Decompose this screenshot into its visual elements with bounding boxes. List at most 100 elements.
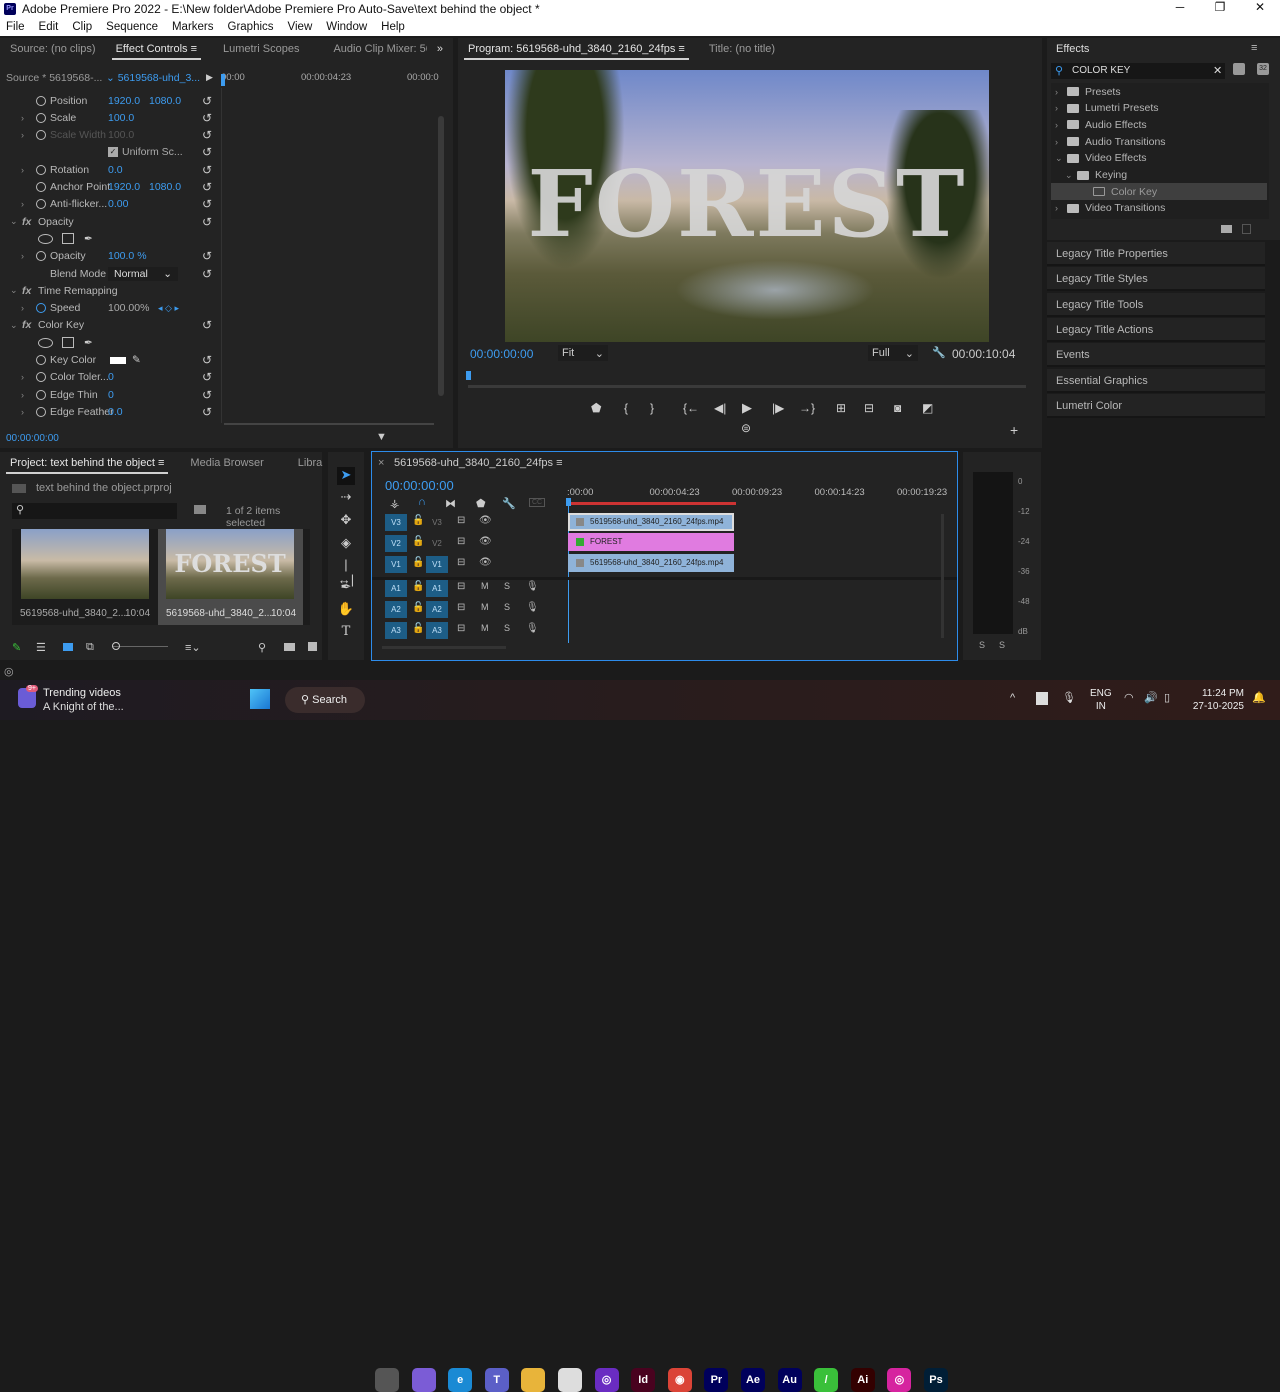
sync-lock-icon[interactable]: ⊟ (457, 581, 465, 592)
lock-icon[interactable]: 🔓 (412, 623, 424, 634)
expand-chevron-icon[interactable]: › (21, 390, 24, 400)
menu-markers[interactable]: Markers (172, 21, 214, 33)
blend-mode-dropdown[interactable]: Normal ⌄ (108, 266, 178, 281)
fit-dropdown[interactable]: Fit ⌄ (558, 345, 608, 361)
battery-icon[interactable]: ▯ (1164, 691, 1170, 704)
reset-icon[interactable]: ↺ (202, 215, 212, 229)
linked-selection-icon[interactable]: ⧓ (445, 497, 456, 510)
voiceover-mic-icon[interactable]: 🎙 (526, 581, 539, 592)
captions-icon[interactable]: CC (529, 498, 546, 507)
source-patch[interactable]: V2 (426, 535, 448, 552)
news-subtitle[interactable]: A Knight of the... (43, 701, 124, 713)
reset-icon[interactable]: ↺ (202, 145, 212, 159)
stopwatch-icon[interactable] (36, 406, 46, 417)
stopwatch-icon[interactable] (36, 112, 46, 123)
sync-lock-icon[interactable]: ⊟ (457, 515, 465, 526)
snap-icon[interactable]: ∩ (418, 496, 426, 508)
property-value[interactable]: 0.0 (108, 164, 123, 176)
selection-tool[interactable]: ➤ (337, 467, 355, 485)
new-item-icon[interactable] (308, 642, 317, 651)
panel-menu-icon[interactable]: ≡ (1251, 42, 1257, 54)
expand-chevron-icon[interactable]: › (21, 199, 24, 209)
menu-view[interactable]: View (288, 21, 313, 33)
slider-handle[interactable] (112, 642, 120, 650)
panel-essential-graphics[interactable]: Essential Graphics (1047, 368, 1265, 393)
solo-right-button[interactable]: S (999, 640, 1005, 650)
eye-icon[interactable]: 👁 (479, 515, 492, 526)
add-marker-button[interactable]: ⬟ (591, 401, 601, 415)
effects-search-input[interactable]: ⚲ COLOR KEY ✕ (1051, 63, 1225, 79)
taskbar-app[interactable]: T (484, 1368, 509, 1392)
sync-lock-icon[interactable]: ⊟ (457, 623, 465, 634)
icon-view-icon[interactable] (63, 643, 73, 651)
expand-chevron-icon[interactable]: › (21, 165, 24, 175)
timeline-vertical-scrollbar[interactable] (941, 514, 944, 638)
panel-legacy-title-actions[interactable]: Legacy Title Actions (1047, 317, 1265, 342)
tab-title[interactable]: Title: (no title) (699, 43, 785, 55)
ripple-edit-tool[interactable]: ✥ (337, 512, 355, 530)
key-color-swatch[interactable] (110, 356, 126, 364)
track-target[interactable]: V2 (385, 535, 407, 552)
delete-icon[interactable] (1242, 224, 1251, 234)
taskbar-app[interactable]: Au (777, 1368, 802, 1392)
effect-row-rotation[interactable]: › Rotation 0.0 ↺ (0, 161, 218, 178)
mark-in-button[interactable]: { (624, 401, 628, 415)
type-tool[interactable]: T (337, 624, 355, 642)
project-item[interactable]: 5619568-uhd_3840_2... 10:04 (12, 529, 157, 625)
panel-lumetri-color[interactable]: Lumetri Color (1047, 393, 1265, 418)
nest-icon[interactable]: ⚶ (390, 497, 399, 510)
keyframe-nav-icon[interactable]: ◂ ◇ ▸ (158, 303, 179, 314)
stopwatch-icon[interactable] (36, 303, 46, 314)
menu-graphics[interactable]: Graphics (228, 21, 274, 33)
creative-cloud-icon[interactable]: ◎ (4, 665, 14, 678)
zoom-scrollbar[interactable] (224, 423, 434, 425)
close-sequence-icon[interactable]: × (378, 457, 384, 469)
taskbar-app[interactable]: e (448, 1368, 473, 1392)
effect-row-edge-thin[interactable]: › Edge Thin 0 ↺ (0, 386, 218, 403)
speed-value[interactable]: 100.00% (108, 302, 149, 314)
effect-row-opacity[interactable]: ⌄ fx Opacity ↺ (0, 213, 218, 230)
voiceover-mic-icon[interactable]: 🎙 (526, 623, 539, 634)
effect-row-anchor-point[interactable]: Anchor Point 1920.0 1080.0 ↺ (0, 179, 218, 196)
taskbar-app[interactable]: ◎ (887, 1368, 912, 1392)
chevron-down-icon[interactable]: ⌄ (1065, 170, 1077, 181)
taskbar-app[interactable]: Pr (704, 1368, 729, 1392)
property-value[interactable]: 100.0 % (108, 250, 147, 262)
tab-program[interactable]: Program: 5619568-uhd_3840_2160_24fps ≡ (458, 43, 695, 60)
property-value[interactable]: 1920.0 (108, 181, 140, 193)
taskbar-app[interactable]: / (814, 1368, 839, 1392)
taskbar-app[interactable]: Ps (924, 1368, 948, 1392)
source-patch[interactable]: V3 (426, 514, 448, 531)
mute-button[interactable]: M (481, 581, 489, 591)
microphone-icon[interactable]: 🎙 (1062, 691, 1076, 704)
sort-icon[interactable]: ≡⌄ (185, 641, 201, 654)
taskbar-app[interactable]: Ae (741, 1368, 765, 1392)
menu-clip[interactable]: Clip (72, 21, 92, 33)
lock-icon[interactable]: 🔓 (412, 602, 424, 613)
playhead-handle[interactable] (566, 498, 571, 506)
taskbar-app[interactable]: Ai (850, 1368, 875, 1392)
taskbar-app[interactable] (375, 1368, 399, 1392)
rectangle-mask-icon[interactable] (62, 337, 74, 349)
reset-icon[interactable]: ↺ (202, 180, 212, 194)
property-value[interactable]: 0.0 (108, 406, 123, 418)
tab-libraries[interactable]: Libra (288, 457, 332, 469)
ec-ruler[interactable]: 00:00 00:00:04:23 00:00:0 (221, 72, 439, 88)
property-value[interactable]: 0.00 (108, 198, 128, 210)
rectangle-mask-icon[interactable] (62, 233, 74, 245)
program-timecode[interactable]: 00:00:00:00 (470, 347, 533, 361)
wrench-icon[interactable]: 🔧 (932, 346, 946, 359)
clip-selector[interactable]: ⌄ 5619568-uhd_3... (106, 72, 200, 84)
expand-chevron-icon[interactable]: › (21, 372, 24, 382)
go-to-out-button[interactable]: →} (799, 401, 815, 415)
mark-out-button[interactable]: } (650, 401, 654, 415)
vr-video-button[interactable]: ⊜ (741, 421, 751, 435)
chevron-right-icon[interactable]: › (1055, 87, 1067, 97)
timeline-clip[interactable]: 5619568-uhd_3840_2160_24fps.mp4 (568, 513, 734, 531)
effect-row-anti-flicker-[interactable]: › Anti-flicker... 0.00 ↺ (0, 196, 218, 213)
track-target[interactable]: A1 (385, 580, 407, 597)
expand-chevron-icon[interactable]: › (21, 113, 24, 123)
quality-dropdown[interactable]: Full ⌄ (868, 345, 918, 361)
clear-search-icon[interactable]: ✕ (1213, 64, 1222, 77)
reset-icon[interactable]: ↺ (202, 111, 212, 125)
